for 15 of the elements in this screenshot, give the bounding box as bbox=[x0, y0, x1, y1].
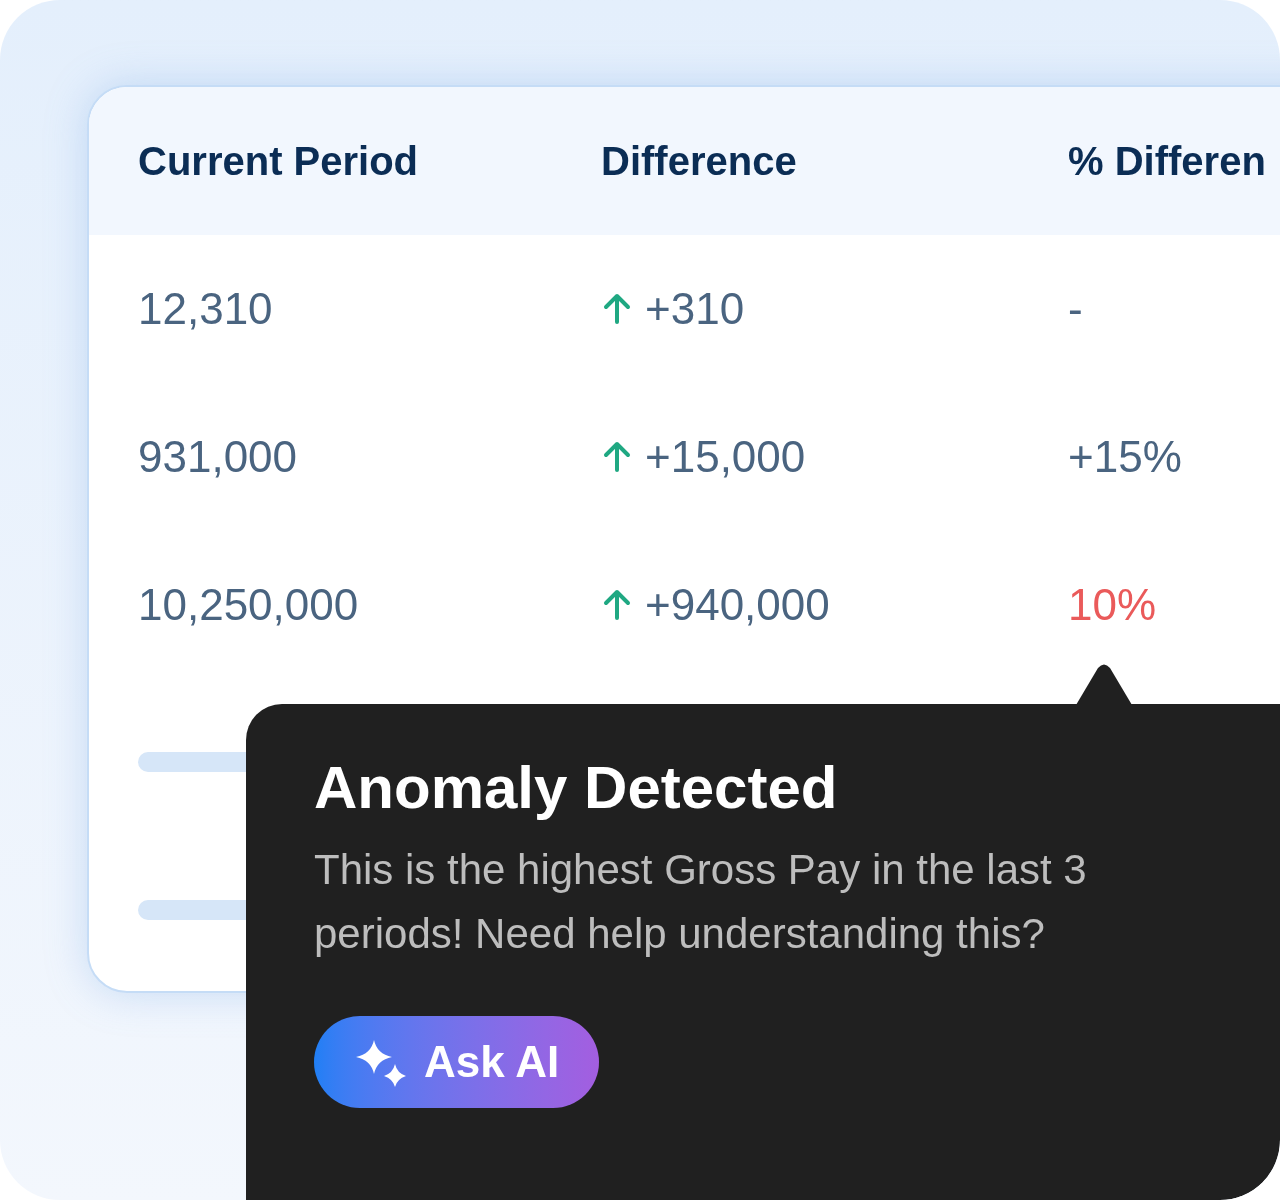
column-header: Current Period bbox=[138, 138, 420, 185]
table-cell-text: +940,000 bbox=[645, 579, 830, 631]
table-cell-text: +310 bbox=[645, 283, 745, 335]
column-header: Difference bbox=[601, 138, 798, 185]
ask-ai-button[interactable]: Ask AI bbox=[314, 1016, 600, 1108]
table-cell-text: 10,250,000 bbox=[138, 579, 360, 631]
table-cell-text: 931,000 bbox=[138, 431, 299, 483]
table-cell-text: +15% bbox=[1068, 431, 1182, 483]
table-cell-text: +15,000 bbox=[645, 431, 806, 483]
table-cell-text: - bbox=[1068, 283, 1083, 335]
table-cell-text: 12,310 bbox=[138, 283, 274, 335]
table-cell-text: 10% bbox=[1068, 579, 1157, 631]
column-header: % Differen bbox=[1068, 138, 1266, 185]
tooltip-message: This is the highest Gross Pay in the last 3 periods! Need help understanding this? bbox=[314, 845, 1088, 959]
tooltip-title: Anomaly Detected bbox=[314, 753, 839, 823]
